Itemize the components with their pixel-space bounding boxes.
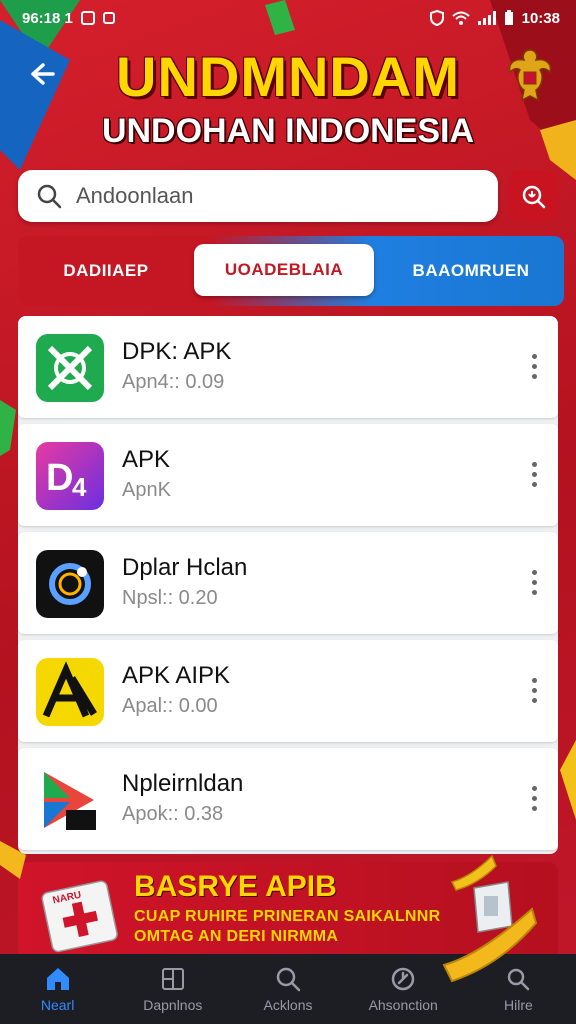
- nav-label: Hilre: [504, 997, 533, 1013]
- status-clock: 10:38: [521, 9, 560, 27]
- tab-bar: DADIIAEP UOADEBLAIA BAAOMRUEN: [18, 236, 564, 306]
- svg-text:4: 4: [72, 472, 87, 502]
- app-name: DPK: APK: [122, 338, 232, 365]
- shield-icon: [429, 10, 444, 26]
- app-list: DPK: APK Apn4:: 0.09 D4 APK ApnK Dplar H…: [18, 316, 558, 854]
- tab-1[interactable]: DADIIAEP: [18, 236, 194, 306]
- tab-3[interactable]: BAAOMRUEN: [378, 236, 564, 306]
- app-meta: Apn4:: 0.09: [122, 371, 225, 393]
- page-subtitle: UNDOHAN INDONESIA: [101, 112, 475, 150]
- banner-title: BASRYE APIB: [134, 870, 337, 903]
- left-gold-horn: [0, 841, 26, 879]
- left-green-shard: [0, 400, 16, 456]
- nav-actions[interactable]: Acklons: [230, 954, 345, 1024]
- app-meta: ApnK: [122, 479, 171, 501]
- app-name: Dplar Hclan: [122, 554, 248, 581]
- search-icon: [276, 967, 301, 992]
- nav-label: Acklons: [263, 997, 313, 1013]
- banner-line-1: CUAP RUHIRE PRINERAN SAIKALNNR: [134, 908, 441, 925]
- play-app-icon: [36, 766, 104, 834]
- gold-horn-decoration-top: [450, 854, 497, 891]
- app-name: APK AIPK: [122, 662, 231, 689]
- dot: [531, 481, 537, 487]
- more-options-button[interactable]: [524, 562, 544, 602]
- list-item[interactable]: Dplar Hclan Npsl:: 0.20: [18, 532, 558, 634]
- gold-horn-decoration: [442, 907, 538, 983]
- header: UNDMNDAM UNDOHAN INDONESIA: [0, 40, 576, 160]
- book-icon: [161, 968, 184, 990]
- app-meta: Apok:: 0.38: [122, 803, 224, 825]
- app-meta: Apal:: 0.00: [122, 695, 218, 717]
- list-item[interactable]: Npleirnldan Apok:: 0.38: [18, 748, 558, 850]
- nav-library[interactable]: Dapnlnos: [115, 954, 230, 1024]
- signal-icon: [477, 11, 496, 25]
- right-gold-shard: [560, 740, 576, 820]
- dot: [531, 569, 537, 575]
- clock-icon: [391, 967, 415, 991]
- search-icon: [37, 184, 62, 209]
- d4-app-icon: D4: [36, 442, 104, 510]
- home-icon: [46, 968, 69, 990]
- dot: [531, 353, 537, 359]
- dot: [531, 589, 537, 595]
- dot: [531, 785, 537, 791]
- green-app-icon: [36, 334, 104, 402]
- nav-label: Ahsonction: [368, 997, 438, 1013]
- notification-icon: [80, 11, 95, 25]
- nav-home[interactable]: Nearl: [0, 954, 115, 1024]
- status-time: 96:18 1: [22, 9, 73, 27]
- voice-search-icon: [522, 185, 546, 209]
- dot: [531, 805, 537, 811]
- dot: [531, 471, 537, 477]
- circle-app-icon: [36, 550, 104, 618]
- yellow-a-app-icon: [36, 658, 104, 726]
- tab-2-active[interactable]: UOADEBLAIA: [194, 244, 374, 296]
- svg-text:D: D: [46, 457, 73, 499]
- dot: [531, 677, 537, 683]
- page-title: UNDMNDAM: [116, 45, 460, 108]
- dot: [531, 461, 537, 467]
- wifi-icon: [451, 11, 470, 25]
- more-options-button[interactable]: [524, 778, 544, 818]
- more-options-button[interactable]: [524, 454, 544, 494]
- dot: [531, 579, 537, 585]
- list-item[interactable]: DPK: APK Apn4:: 0.09: [18, 316, 558, 418]
- list-item[interactable]: APK AIPK Apal:: 0.00: [18, 640, 558, 742]
- app-name: APK: [122, 446, 171, 473]
- voice-search-button[interactable]: [508, 170, 558, 222]
- more-options-button[interactable]: [524, 346, 544, 386]
- battery-icon: [504, 10, 513, 25]
- dot: [531, 687, 537, 693]
- dot: [531, 363, 537, 369]
- app-name: Npleirnldan: [122, 770, 244, 797]
- dot: [531, 795, 537, 801]
- message-icon: [102, 12, 115, 24]
- first-aid-kit-icon: NARU: [41, 880, 118, 953]
- garuda-emblem-icon: [508, 49, 552, 102]
- nav-label: Nearl: [40, 997, 75, 1013]
- more-options-button[interactable]: [524, 670, 544, 710]
- banner-line-2: OMTAG AN DERI NIRMMA: [134, 928, 339, 945]
- nav-label: Dapnlnos: [143, 997, 203, 1013]
- app-meta: Npsl:: 0.20: [122, 587, 218, 609]
- search-bar[interactable]: [18, 170, 498, 222]
- search-input[interactable]: [76, 183, 476, 209]
- dot: [531, 373, 537, 379]
- search-row: [18, 170, 558, 222]
- dot: [531, 697, 537, 703]
- list-item[interactable]: D4 APK ApnK: [18, 424, 558, 526]
- status-bar: 96:18 1 10:38: [0, 0, 576, 36]
